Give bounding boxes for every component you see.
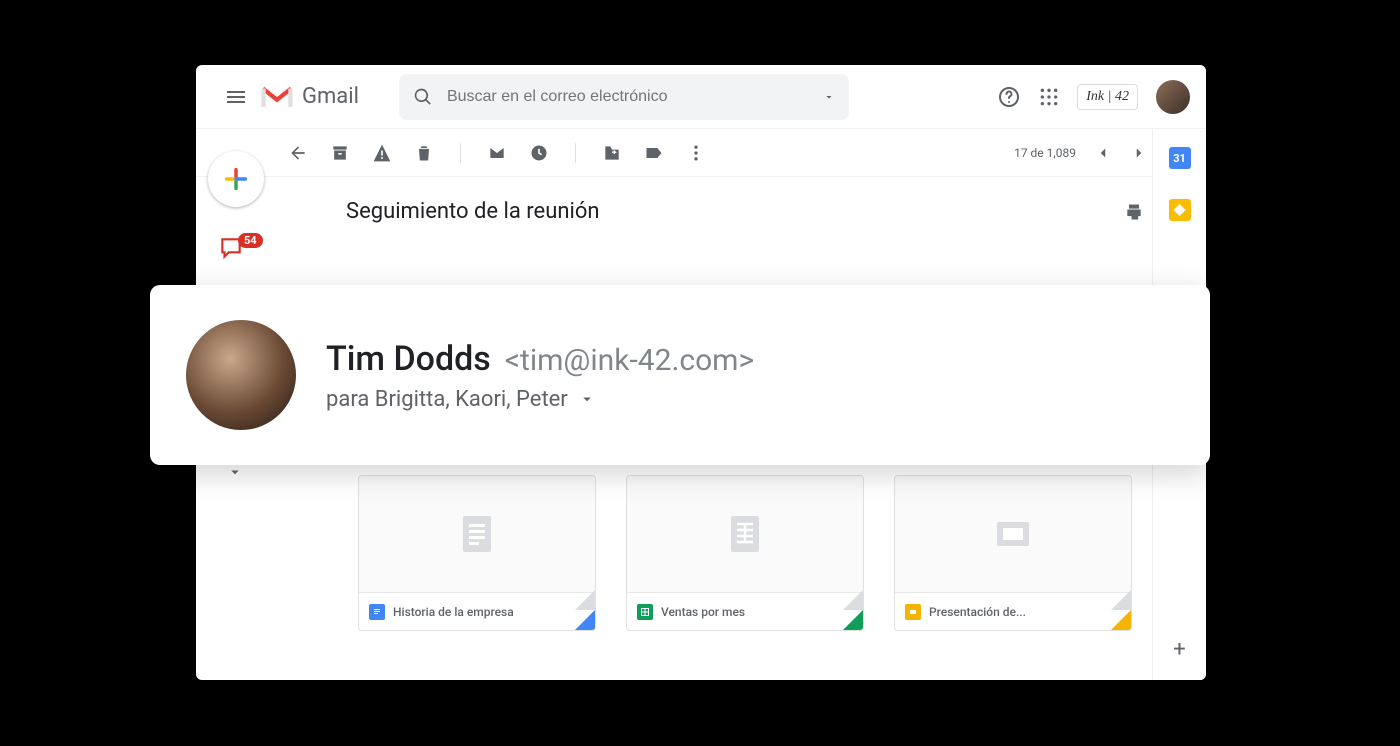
sender-recipients: para Brigitta, Kaori, Peter	[326, 387, 568, 412]
next-icon[interactable]	[1130, 144, 1148, 162]
attachment-card[interactable]: Presentación de...	[894, 475, 1132, 631]
slides-preview-icon	[989, 510, 1037, 558]
plus-icon	[222, 165, 250, 193]
prev-icon[interactable]	[1094, 144, 1112, 162]
add-addon-icon[interactable]: +	[1173, 637, 1185, 662]
label-icon[interactable]	[644, 143, 664, 163]
profile-avatar[interactable]	[1156, 80, 1190, 114]
slides-icon	[905, 604, 921, 620]
org-badge: Ink | 42	[1077, 84, 1138, 110]
message-toolbar: 17 de 1,089	[196, 129, 1206, 177]
attachment-title: Historia de la empresa	[393, 605, 514, 619]
sender-avatar[interactable]	[186, 320, 296, 430]
attachments-row: Historia de la empresa Ventas por mes Pr…	[196, 475, 1132, 631]
search-icon	[413, 87, 433, 107]
move-icon[interactable]	[602, 143, 622, 163]
app-header: Gmail Ink | 42	[196, 65, 1206, 129]
attachment-card[interactable]: Historia de la empresa	[358, 475, 596, 631]
sender-name: Tim Dodds	[326, 339, 491, 379]
chat-badge-count: 54	[238, 233, 263, 248]
apps-grid-icon[interactable]	[1039, 87, 1059, 107]
header-right: Ink | 42	[997, 80, 1190, 114]
mark-unread-icon[interactable]	[487, 143, 507, 163]
help-icon[interactable]	[997, 85, 1021, 109]
gmail-m-icon	[260, 84, 294, 110]
search-bar[interactable]	[399, 74, 849, 120]
gmail-logo-text: Gmail	[302, 84, 359, 109]
docs-preview-icon	[453, 510, 501, 558]
more-icon[interactable]	[686, 143, 706, 163]
sheets-icon	[637, 604, 653, 620]
menu-icon[interactable]	[212, 85, 260, 109]
sender-detail-card: Tim Dodds <tim@ink-42.com> para Brigitta…	[150, 285, 1210, 465]
keep-icon[interactable]	[1169, 199, 1191, 221]
pagination-count: 17 de 1,089	[1014, 146, 1076, 160]
sender-email: <tim@ink-42.com>	[505, 343, 754, 378]
sheets-preview-icon	[721, 510, 769, 558]
search-input[interactable]	[447, 88, 809, 106]
gmail-logo[interactable]: Gmail	[260, 84, 359, 110]
chat-section[interactable]: 54	[218, 235, 269, 261]
calendar-icon[interactable]: 31	[1169, 147, 1191, 169]
attachment-card[interactable]: Ventas por mes	[626, 475, 864, 631]
archive-icon[interactable]	[330, 143, 350, 163]
attachment-title: Presentación de...	[929, 605, 1026, 619]
attachment-title: Ventas por mes	[661, 605, 745, 619]
compose-button[interactable]	[208, 151, 264, 207]
back-icon[interactable]	[288, 143, 308, 163]
docs-icon	[369, 604, 385, 620]
search-options-icon[interactable]	[823, 91, 835, 103]
print-icon[interactable]	[1124, 202, 1144, 222]
snooze-icon[interactable]	[529, 143, 549, 163]
delete-icon[interactable]	[414, 143, 434, 163]
spam-icon[interactable]	[372, 143, 392, 163]
email-subject: Seguimiento de la reunión	[346, 199, 1124, 224]
subject-row: Seguimiento de la reunión	[196, 177, 1206, 246]
chevron-down-icon[interactable]	[578, 390, 596, 408]
